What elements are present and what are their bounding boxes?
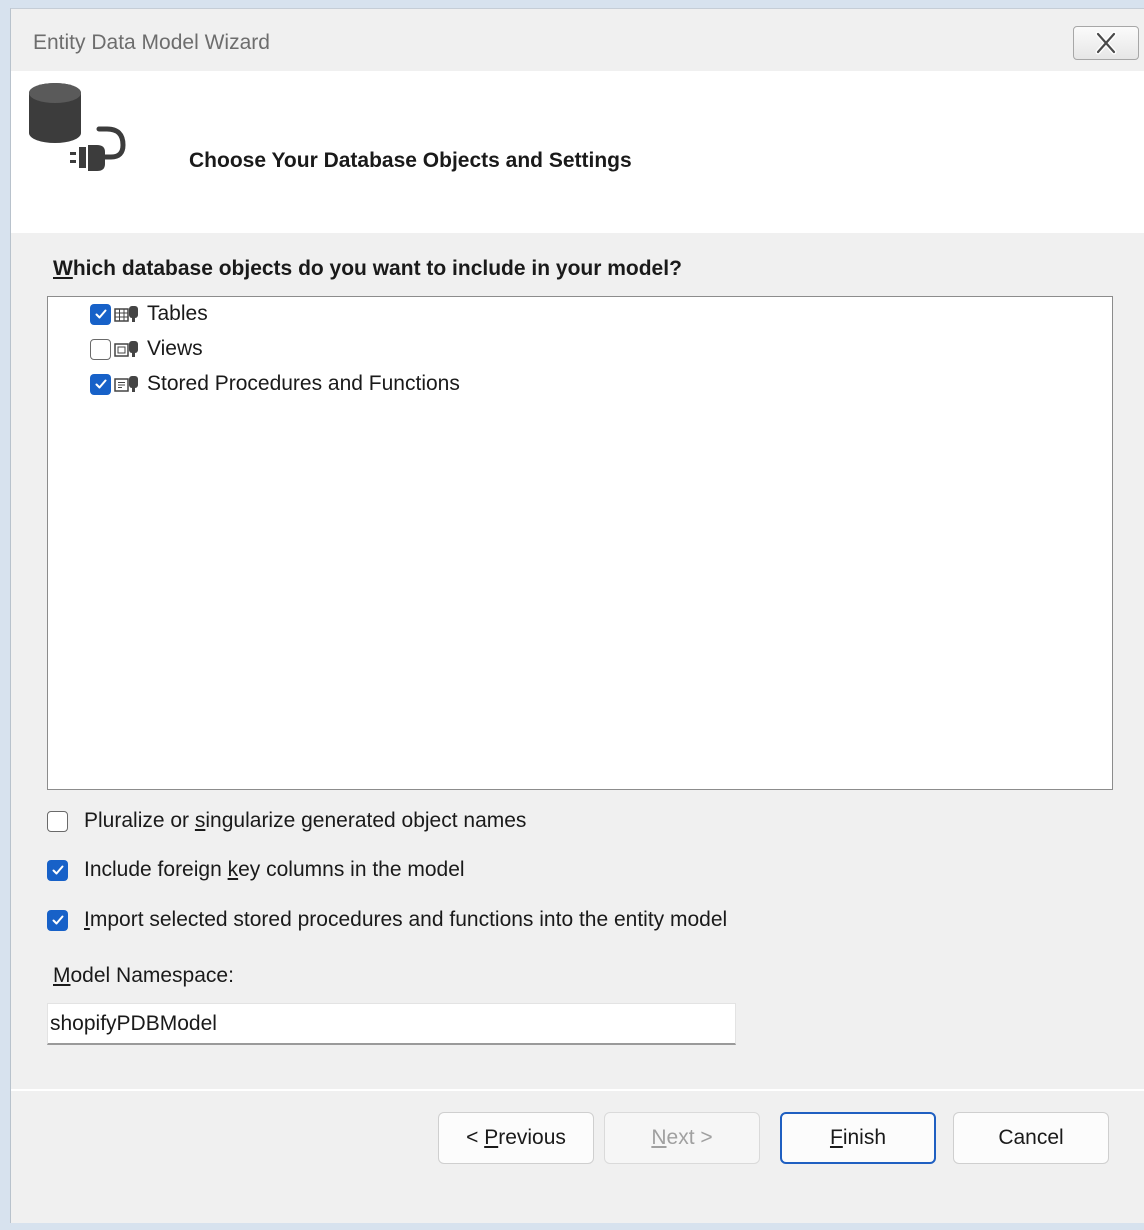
tree-item-tables[interactable]: Tables [90,299,208,329]
model-namespace-input[interactable] [47,1003,736,1045]
access-key-w: W [53,257,73,280]
tree-item-label: Tables [147,302,208,325]
check-icon [95,379,106,389]
check-icon [52,915,63,925]
close-button[interactable] [1073,26,1139,60]
next-button[interactable]: Next > [604,1112,760,1164]
tables-checkbox[interactable] [90,303,111,325]
check-icon [95,309,106,319]
database-connection-icon [29,83,126,171]
window-title: Entity Data Model Wizard [33,31,270,54]
page-title: Choose Your Database Objects and Setting… [189,149,632,172]
cancel-button[interactable]: Cancel [953,1112,1109,1164]
title-bar: Entity Data Model Wizard [11,9,1144,71]
previous-button[interactable]: < Previous [438,1112,594,1164]
import-procedures-checkbox[interactable] [47,909,68,931]
tree-item-label: Views [147,337,203,360]
import-procedures-label: Import selected stored procedures and fu… [84,908,728,931]
tables-icon [114,306,138,322]
tree-item-views[interactable]: Views [90,334,203,364]
views-icon [114,341,138,357]
views-checkbox[interactable] [90,338,111,360]
model-namespace-label: Model Namespace: [53,964,234,987]
wizard-window: Entity Data Model Wizard Choose Your Dat… [10,8,1144,1223]
foreign-key-option[interactable]: Include foreign key columns in the model [47,855,465,885]
wizard-header: Choose Your Database Objects and Setting… [11,71,1144,233]
tree-item-stored-procedures[interactable]: Stored Procedures and Functions [90,369,460,399]
close-icon [1095,31,1117,55]
check-icon [52,865,63,875]
pluralize-checkbox[interactable] [47,810,68,832]
stored-procedures-checkbox[interactable] [90,373,111,395]
tree-item-label: Stored Procedures and Functions [147,372,460,395]
objects-question-rest: hich database objects do you want to inc… [72,257,682,280]
finish-button[interactable]: Finish [780,1112,936,1164]
database-objects-tree[interactable]: Tables Views Stored Procedures and Funct… [47,296,1113,790]
stored-procedures-icon [114,376,138,392]
import-procedures-option[interactable]: Import selected stored procedures and fu… [47,905,727,935]
foreign-key-checkbox[interactable] [47,859,68,881]
footer-separator [11,1089,1144,1091]
objects-question: Which database objects do you want to in… [53,257,682,281]
pluralize-option[interactable]: Pluralize or singularize generated objec… [47,806,526,836]
pluralize-label: Pluralize or singularize generated objec… [84,809,527,832]
foreign-key-label: Include foreign key columns in the model [84,858,465,881]
